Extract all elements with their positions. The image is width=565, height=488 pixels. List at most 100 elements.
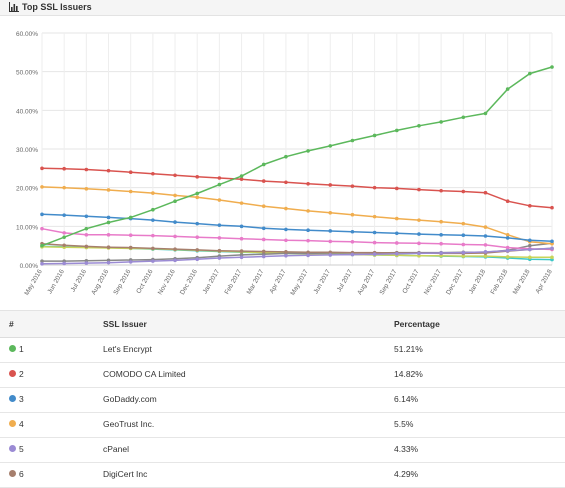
data-point — [328, 144, 333, 148]
data-point — [62, 261, 66, 266]
x-tick-label: Nov 2017 — [423, 268, 443, 296]
series-color-dot — [9, 345, 16, 352]
data-point — [328, 229, 333, 233]
x-tick-label: Dec 2017 — [445, 268, 465, 296]
table-row: 1 Let's Encrypt 51.21% — [0, 337, 565, 363]
data-point — [439, 241, 443, 246]
data-point — [84, 233, 89, 237]
data-point — [106, 260, 111, 265]
series-color-dot — [9, 470, 16, 477]
data-point — [84, 226, 89, 231]
table-row: 2 COMODO CA Limited 14.82% — [0, 362, 565, 388]
data-point — [151, 171, 155, 176]
data-point — [550, 239, 554, 244]
data-point — [528, 71, 532, 76]
data-point — [439, 251, 443, 255]
series-color-dot — [9, 445, 16, 452]
cell-issuer: DigiCert Inc — [103, 469, 148, 479]
cell-percentage: 4.29% — [394, 469, 419, 479]
data-point — [483, 234, 488, 238]
x-tick-label: Apr 2017 — [268, 268, 287, 295]
data-point — [350, 252, 355, 257]
data-point — [261, 162, 266, 167]
x-tick-label: May 2016 — [23, 268, 44, 297]
cell-percentage: 5.5% — [394, 419, 414, 429]
data-point — [417, 124, 421, 128]
data-point — [62, 243, 66, 248]
x-tick-label: Mar 2018 — [512, 268, 532, 296]
data-point — [128, 189, 133, 194]
data-point — [284, 253, 288, 258]
cell-rank: 1 — [19, 344, 24, 354]
data-point — [62, 185, 66, 190]
panel-header: Top SSL Issuers — [0, 0, 565, 16]
data-point — [40, 226, 44, 231]
data-point — [550, 65, 554, 69]
data-point — [483, 250, 488, 254]
y-tick-label: 50.00% — [16, 70, 38, 77]
data-point — [173, 199, 177, 203]
data-point — [483, 254, 488, 258]
data-point — [461, 242, 466, 247]
data-point — [461, 115, 466, 120]
data-point — [528, 243, 532, 248]
x-tick-label: Jun 2017 — [313, 268, 333, 295]
data-point — [128, 233, 133, 238]
data-point — [350, 184, 355, 188]
data-point — [151, 207, 155, 212]
data-point — [84, 187, 89, 191]
data-point — [483, 111, 488, 116]
x-tick-label: Apr 2018 — [534, 268, 553, 295]
data-point — [40, 185, 44, 189]
table-row: 5 cPanel 4.33% — [0, 437, 565, 463]
data-point — [328, 183, 333, 187]
data-point — [350, 212, 355, 217]
x-tick-label: Jan 2018 — [468, 268, 488, 295]
data-point — [173, 234, 177, 239]
data-point — [151, 259, 155, 263]
data-point — [417, 218, 421, 222]
data-point — [239, 255, 244, 260]
data-point — [528, 204, 532, 208]
header-percentage: Percentage — [394, 319, 440, 329]
data-point — [394, 231, 399, 236]
data-point — [128, 170, 133, 174]
data-point — [306, 149, 310, 153]
data-point — [372, 252, 377, 256]
cell-issuer: Let's Encrypt — [103, 344, 152, 354]
data-point — [261, 237, 266, 242]
data-point — [217, 182, 222, 187]
data-point — [461, 189, 466, 194]
y-tick-label: 60.00% — [16, 31, 38, 38]
data-point — [195, 221, 200, 226]
data-point — [328, 253, 333, 257]
data-point — [284, 227, 288, 232]
y-tick-label: 0.00% — [20, 263, 39, 270]
data-point — [505, 199, 510, 203]
cell-percentage: 14.82% — [394, 369, 423, 379]
x-tick-label: Sep 2017 — [379, 268, 399, 296]
x-tick-label: May 2017 — [289, 268, 310, 297]
data-point — [261, 254, 266, 259]
cell-rank: 3 — [19, 394, 24, 404]
data-point — [62, 231, 66, 235]
data-point — [550, 246, 554, 251]
data-point — [128, 260, 133, 264]
data-point — [350, 138, 355, 143]
data-point — [84, 261, 89, 265]
cell-rank: 6 — [19, 469, 24, 479]
x-tick-label: Feb 2017 — [224, 268, 244, 296]
data-point — [394, 251, 399, 256]
data-point — [505, 87, 510, 91]
x-tick-label: Oct 2017 — [401, 268, 420, 295]
data-point — [195, 248, 200, 252]
data-point — [439, 219, 443, 224]
x-tick-label: Aug 2017 — [356, 268, 376, 296]
data-point — [461, 250, 466, 255]
data-point — [173, 220, 177, 224]
data-point — [173, 173, 177, 178]
cell-rank: 4 — [19, 419, 24, 429]
y-tick-label: 20.00% — [16, 186, 38, 193]
data-point — [461, 233, 466, 238]
data-point — [239, 236, 244, 241]
